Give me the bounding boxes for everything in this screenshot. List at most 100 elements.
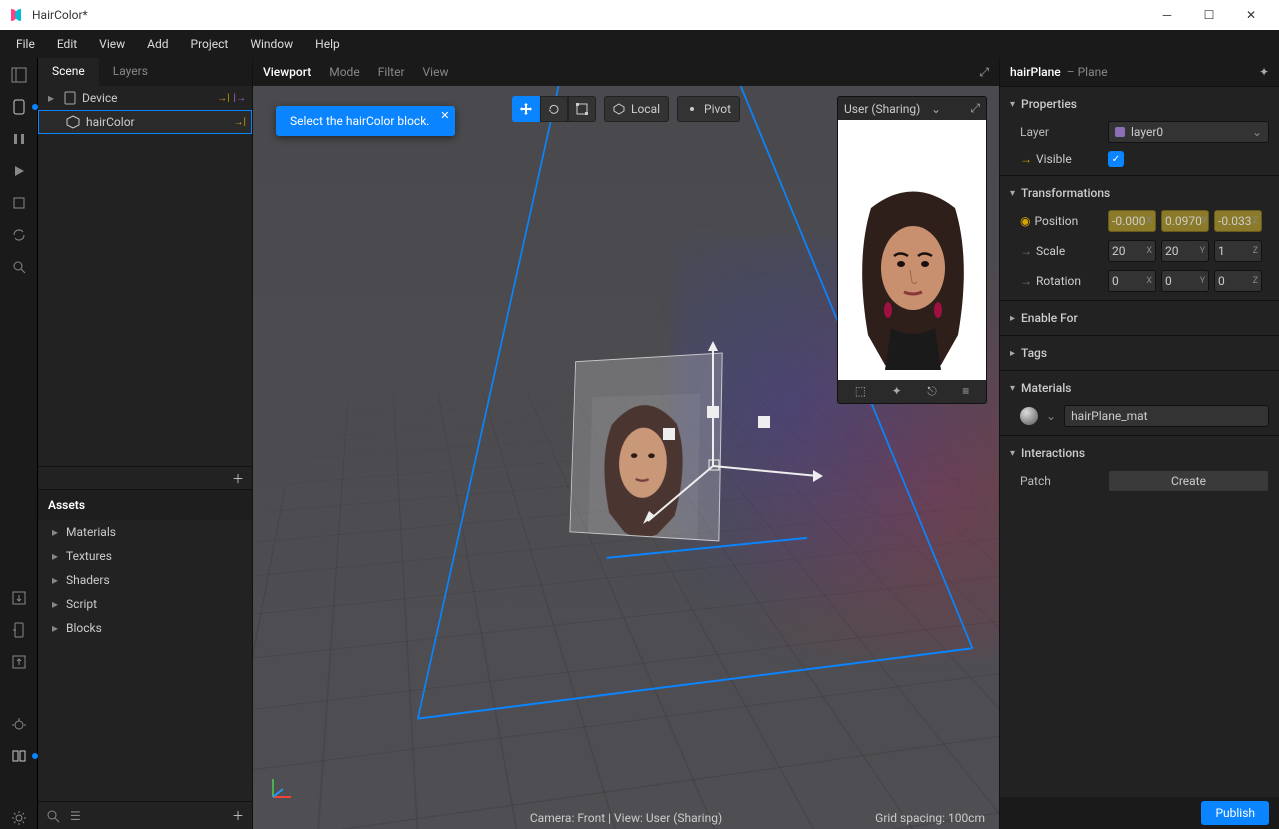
simulator-preview: User (Sharing) ⌄ ⤢ [837, 96, 987, 404]
chevron-down-icon[interactable]: ⌄ [1046, 409, 1056, 423]
rotation-y-input[interactable]: 0Y [1161, 270, 1209, 292]
add-asset-button[interactable]: ＋ [232, 807, 244, 824]
keyframe-icon[interactable]: → [1020, 152, 1032, 166]
expand-viewport-icon[interactable]: ⤢ [979, 65, 989, 80]
coord-space-button[interactable]: Local [604, 96, 669, 122]
move-tool-button[interactable] [512, 96, 540, 122]
viewport-3d[interactable]: Local Pivot User (Sharing) ⌄ ⤢ [253, 86, 999, 829]
section-interactions[interactable]: ▾Interactions [1000, 440, 1279, 466]
position-z-input[interactable]: -0.033Z [1214, 210, 1262, 232]
inspector-object-type: – Plane [1067, 65, 1108, 79]
tree-row-device[interactable]: ▸ Device →||→ [38, 86, 252, 110]
plane-object[interactable] [563, 356, 763, 556]
pivot-button[interactable]: Pivot [677, 96, 740, 122]
tab-mode[interactable]: Mode [329, 65, 359, 79]
visible-checkbox[interactable]: ✓ [1108, 151, 1124, 167]
rotate-tool-button[interactable] [540, 96, 568, 122]
section-materials[interactable]: ▾Materials [1000, 375, 1279, 401]
position-y-input[interactable]: 0.0970Y [1161, 210, 1209, 232]
caret-right-icon: ▸ [48, 91, 58, 105]
section-enablefor[interactable]: ▸Enable For [1000, 305, 1279, 331]
library-icon[interactable] [8, 745, 30, 767]
scale-y-input[interactable]: 20Y [1161, 240, 1209, 262]
layer-select[interactable]: layer0 ⌄ [1108, 121, 1269, 143]
tab-view[interactable]: View [423, 65, 449, 79]
section-tags[interactable]: ▸Tags [1000, 340, 1279, 366]
play-icon[interactable] [8, 160, 30, 182]
keyframe-active-icon[interactable]: ◉ [1020, 214, 1030, 228]
menu-edit[interactable]: Edit [47, 33, 87, 55]
menu-project[interactable]: Project [181, 33, 239, 55]
workspace-icon[interactable] [8, 64, 30, 86]
hint-tooltip: Select the hairColor block. ✕ [276, 106, 455, 136]
preview-capture-icon[interactable]: ⎋ [927, 384, 937, 399]
tree-label: Device [82, 91, 118, 105]
tooltip-close-icon[interactable]: ✕ [440, 109, 449, 122]
preview-record-icon[interactable]: ⬚ [855, 384, 866, 399]
mobile-send-icon[interactable] [8, 619, 30, 641]
assets-filter-icon[interactable]: ☰ [70, 809, 81, 823]
tab-filter[interactable]: Filter [378, 65, 405, 79]
keyframe-icon[interactable]: → [1020, 244, 1032, 258]
preview-camera-icon[interactable]: ✦ [892, 384, 902, 399]
section-properties[interactable]: ▾Properties [1000, 91, 1279, 117]
export-icon[interactable] [8, 651, 30, 673]
material-name-field[interactable]: hairPlane_mat [1064, 405, 1269, 427]
menu-window[interactable]: Window [240, 33, 303, 55]
preview-image [838, 120, 986, 380]
preview-popout-icon[interactable]: ⤢ [970, 101, 980, 116]
activity-bar [0, 58, 38, 829]
assets-search-icon[interactable] [46, 809, 60, 823]
position-x-input[interactable]: -0.000X [1108, 210, 1156, 232]
asset-materials[interactable]: ▸Materials [38, 520, 252, 544]
inspector-actions-icon[interactable]: ✦ [1259, 65, 1269, 79]
menu-view[interactable]: View [89, 33, 135, 55]
bug-icon[interactable] [8, 713, 30, 735]
device-icon[interactable] [8, 96, 30, 118]
search-icon[interactable] [8, 256, 30, 278]
scale-tool-button[interactable] [568, 96, 596, 122]
refresh-icon[interactable] [8, 224, 30, 246]
settings-icon[interactable] [8, 807, 30, 829]
tab-layers[interactable]: Layers [99, 58, 162, 86]
close-button[interactable]: ✕ [1231, 1, 1271, 29]
tab-viewport[interactable]: Viewport [263, 65, 311, 79]
section-transformations[interactable]: ▾Transformations [1000, 180, 1279, 206]
key-in-icon: →| [234, 117, 246, 128]
rotation-z-input[interactable]: 0Z [1214, 270, 1262, 292]
menu-add[interactable]: Add [137, 33, 178, 55]
material-preview-icon [1020, 407, 1038, 425]
scale-z-input[interactable]: 1Z [1214, 240, 1262, 262]
pause-icon[interactable] [8, 128, 30, 150]
preview-menu-icon[interactable]: ≡ [962, 384, 969, 399]
asset-shaders[interactable]: ▸Shaders [38, 568, 252, 592]
device-object-icon [64, 91, 76, 105]
tree-row-haircolor[interactable]: hairColor →| [38, 110, 252, 134]
tab-scene[interactable]: Scene [38, 58, 99, 86]
publish-button[interactable]: Publish [1201, 801, 1269, 825]
asset-textures[interactable]: ▸Textures [38, 544, 252, 568]
window-title: HairColor* [32, 8, 88, 22]
block-icon [66, 115, 80, 129]
face-texture [587, 393, 702, 539]
axes-widget-icon[interactable] [267, 775, 295, 803]
asset-blocks[interactable]: ▸Blocks [38, 616, 252, 640]
menu-help[interactable]: Help [305, 33, 350, 55]
add-scene-object-button[interactable]: ＋ [232, 470, 244, 487]
preview-mode-select[interactable]: User (Sharing) [844, 102, 920, 116]
inspector-object-name: hairPlane [1010, 65, 1061, 79]
viewport-status: Camera: Front | View: User (Sharing) Gri… [253, 811, 999, 825]
maximize-button[interactable]: ☐ [1189, 1, 1229, 29]
import-icon[interactable] [8, 587, 30, 609]
layer-swatch-icon [1115, 127, 1125, 137]
chevron-down-icon[interactable]: ⌄ [931, 102, 941, 116]
inspector-panel: hairPlane – Plane ✦ ▾Properties Layer la… [999, 58, 1279, 829]
keyframe-icon[interactable]: → [1020, 274, 1032, 288]
create-patch-button[interactable]: Create [1108, 470, 1269, 492]
asset-script[interactable]: ▸Script [38, 592, 252, 616]
minimize-button[interactable]: ─ [1147, 1, 1187, 29]
stop-icon[interactable] [8, 192, 30, 214]
menu-file[interactable]: File [6, 33, 45, 55]
rotation-x-input[interactable]: 0X [1108, 270, 1156, 292]
scale-x-input[interactable]: 20X [1108, 240, 1156, 262]
